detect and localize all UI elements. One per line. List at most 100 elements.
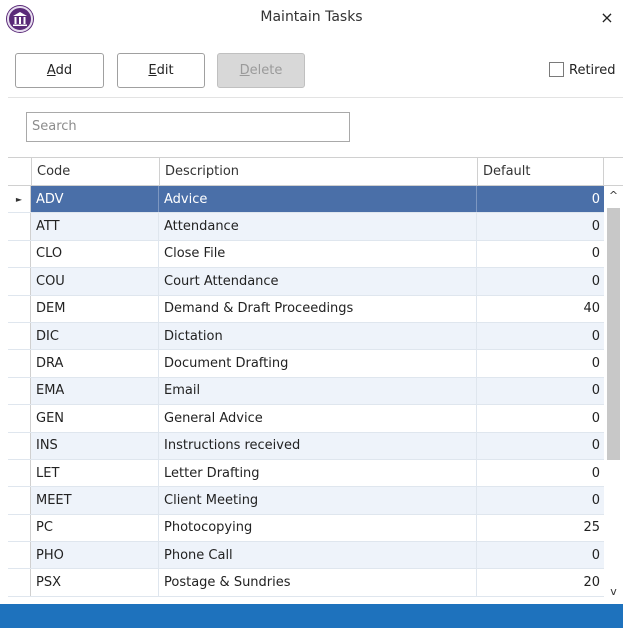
cell-code[interactable]: DEM xyxy=(31,295,159,322)
cell-default[interactable]: 0 xyxy=(477,460,604,486)
cell-code[interactable]: ATT xyxy=(31,213,159,240)
row-indicator[interactable] xyxy=(8,459,31,487)
column-header-code[interactable]: Code xyxy=(31,158,159,186)
cell-code[interactable]: GEN xyxy=(31,405,159,432)
table-row[interactable]: CLO Close File 0 xyxy=(8,240,604,269)
vertical-scrollbar[interactable]: ^ v xyxy=(604,186,623,604)
cell-code[interactable]: DIC xyxy=(31,322,159,350)
cell-description[interactable]: Photocopying xyxy=(159,514,477,542)
column-header-default[interactable]: Default xyxy=(477,158,604,186)
cell-description[interactable]: Close File xyxy=(159,240,477,268)
delete-button[interactable]: Delete xyxy=(217,53,305,88)
row-indicator[interactable] xyxy=(8,514,31,542)
edit-button-mnemonic: E xyxy=(148,63,157,78)
cell-description[interactable]: Client Meeting xyxy=(159,487,477,514)
cell-default[interactable]: 0 xyxy=(477,487,604,513)
cell-default[interactable]: 0 xyxy=(477,433,604,459)
cell-default[interactable]: 0 xyxy=(477,542,604,568)
cell-code[interactable]: PHO xyxy=(31,542,159,569)
cell-code[interactable]: PC xyxy=(31,514,159,542)
retired-checkbox-box[interactable] xyxy=(549,62,564,77)
status-bar xyxy=(0,604,623,628)
table-row[interactable]: DIC Dictation 0 xyxy=(8,322,604,351)
cell-default[interactable]: 0 xyxy=(477,378,604,404)
search-input[interactable]: Search xyxy=(26,112,350,142)
cell-description[interactable]: Document Drafting xyxy=(159,350,477,377)
cell-default[interactable]: 0 xyxy=(477,405,604,431)
cell-code[interactable]: CLO xyxy=(31,240,159,268)
row-indicator[interactable] xyxy=(8,569,31,596)
table-row[interactable]: INS Instructions received 0 xyxy=(8,432,604,460)
cell-code[interactable]: INS xyxy=(31,432,159,459)
cell-description[interactable]: Demand & Draft Proceedings xyxy=(159,295,477,322)
table-row[interactable]: COU Court Attendance 0 xyxy=(8,268,604,296)
table-row[interactable]: GEN General Advice 0 xyxy=(8,405,604,433)
edit-button[interactable]: Edit xyxy=(117,53,205,88)
table-row[interactable]: PSX Postage & Sundries 20 xyxy=(8,569,604,597)
tasks-grid: Code Description Default ► ADV Advice 0 ATT A… xyxy=(8,157,623,604)
row-indicator[interactable] xyxy=(8,487,31,514)
cell-description[interactable]: Court Attendance xyxy=(159,268,477,295)
cell-default[interactable]: 0 xyxy=(477,241,604,267)
cell-description[interactable]: Letter Drafting xyxy=(159,459,477,487)
table-row[interactable]: LET Letter Drafting 0 xyxy=(8,459,604,488)
delete-button-mnemonic: D xyxy=(239,63,250,78)
cell-code[interactable]: DRA xyxy=(31,350,159,377)
cell-default[interactable]: 0 xyxy=(477,213,604,239)
cell-description[interactable]: Attendance xyxy=(159,213,477,240)
scroll-down-arrow-icon[interactable]: v xyxy=(604,585,623,599)
table-row[interactable]: ATT Attendance 0 xyxy=(8,213,604,241)
row-indicator[interactable] xyxy=(8,213,31,240)
cell-default[interactable]: 0 xyxy=(477,268,604,294)
window-title: Maintain Tasks xyxy=(260,9,363,25)
cell-description[interactable]: General Advice xyxy=(159,405,477,432)
close-button[interactable]: × xyxy=(599,10,615,26)
title-bar: Maintain Tasks × xyxy=(0,0,623,38)
row-indicator[interactable] xyxy=(8,322,31,350)
toolbar-divider xyxy=(8,97,623,98)
row-indicator[interactable] xyxy=(8,240,31,268)
table-row[interactable]: DEM Demand & Draft Proceedings 40 xyxy=(8,295,604,323)
retired-checkbox[interactable]: Retired xyxy=(549,62,615,80)
scroll-up-arrow-icon[interactable]: ^ xyxy=(604,189,623,203)
row-indicator[interactable] xyxy=(8,295,31,322)
table-row[interactable]: PC Photocopying 25 xyxy=(8,514,604,543)
table-row[interactable]: EMA Email 0 xyxy=(8,377,604,406)
cell-default[interactable]: 40 xyxy=(477,296,604,322)
cell-description[interactable]: Dictation xyxy=(159,322,477,350)
cell-code[interactable]: COU xyxy=(31,268,159,295)
table-row[interactable]: ► ADV Advice 0 xyxy=(8,186,604,214)
cell-code[interactable]: LET xyxy=(31,459,159,487)
row-pointer-icon[interactable]: ► xyxy=(8,186,31,213)
cell-code[interactable]: MEET xyxy=(31,487,159,514)
row-indicator[interactable] xyxy=(8,405,31,432)
cell-default[interactable]: 0 xyxy=(477,323,604,349)
grid-rows: ► ADV Advice 0 ATT Attendance 0 CLO Close File 0 C… xyxy=(8,186,604,597)
cell-default[interactable]: 20 xyxy=(477,569,604,595)
cell-description[interactable]: Email xyxy=(159,377,477,405)
cell-description[interactable]: Instructions received xyxy=(159,432,477,459)
cell-code[interactable]: EMA xyxy=(31,377,159,405)
retired-label: Retired xyxy=(569,63,616,78)
row-indicator[interactable] xyxy=(8,432,31,459)
cell-description[interactable]: Phone Call xyxy=(159,542,477,569)
table-row[interactable]: MEET Client Meeting 0 xyxy=(8,487,604,515)
scrollbar-thumb[interactable] xyxy=(607,208,620,460)
cell-code[interactable]: PSX xyxy=(31,569,159,596)
column-header-description[interactable]: Description xyxy=(159,158,477,186)
cell-description[interactable]: Postage & Sundries xyxy=(159,569,477,596)
row-indicator[interactable] xyxy=(8,377,31,405)
row-indicator[interactable] xyxy=(8,350,31,377)
cell-code[interactable]: ADV xyxy=(31,186,159,213)
row-indicator[interactable] xyxy=(8,542,31,569)
cell-default[interactable]: 0 xyxy=(477,350,604,376)
table-row[interactable]: PHO Phone Call 0 xyxy=(8,542,604,570)
row-indicator[interactable] xyxy=(8,268,31,295)
cell-default[interactable]: 25 xyxy=(477,515,604,541)
edit-button-label: dit xyxy=(156,63,174,78)
delete-button-label: elete xyxy=(249,63,283,78)
table-row[interactable]: DRA Document Drafting 0 xyxy=(8,350,604,378)
cell-description[interactable]: Advice xyxy=(159,186,477,213)
add-button[interactable]: Add xyxy=(15,53,104,88)
cell-default[interactable]: 0 xyxy=(477,186,604,212)
